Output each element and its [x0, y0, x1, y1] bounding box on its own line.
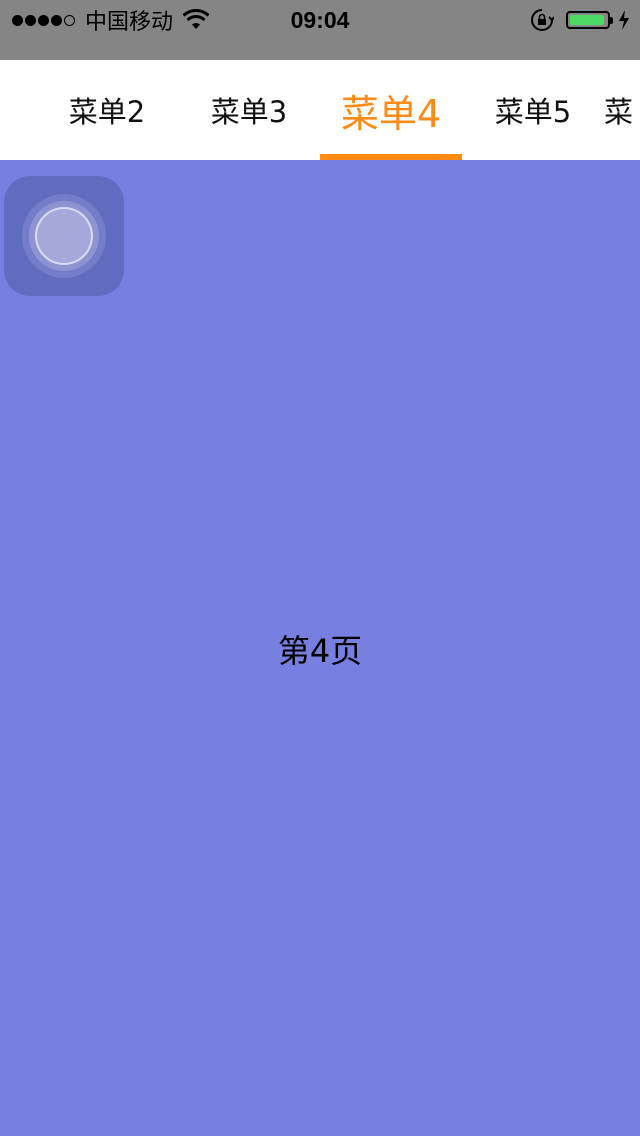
- page-content-label: 第4页: [277, 632, 363, 670]
- menu-tabs: 菜单2 菜单3 菜单4 菜单5 菜: [36, 60, 640, 160]
- status-bar-right: [530, 0, 630, 40]
- tab-menu-2[interactable]: 菜单2: [36, 60, 178, 160]
- rotation-lock-icon: [531, 9, 554, 31]
- tab-menu-3[interactable]: 菜单3: [178, 60, 320, 160]
- charging-icon: [619, 10, 629, 30]
- assistive-touch-core: [35, 207, 93, 265]
- assistive-touch-button[interactable]: [4, 176, 124, 296]
- tab-menu-6-partial[interactable]: 菜: [604, 60, 640, 160]
- menu-tab-bar: 菜单2 菜单3 菜单4 菜单5 菜: [0, 60, 640, 160]
- tab-menu-4[interactable]: 菜单4: [320, 60, 462, 160]
- status-bar: 中国移动 09:04: [0, 0, 640, 40]
- battery-icon: [566, 11, 613, 29]
- tab-menu-5[interactable]: 菜单5: [462, 60, 604, 160]
- header-spacer: [0, 40, 640, 60]
